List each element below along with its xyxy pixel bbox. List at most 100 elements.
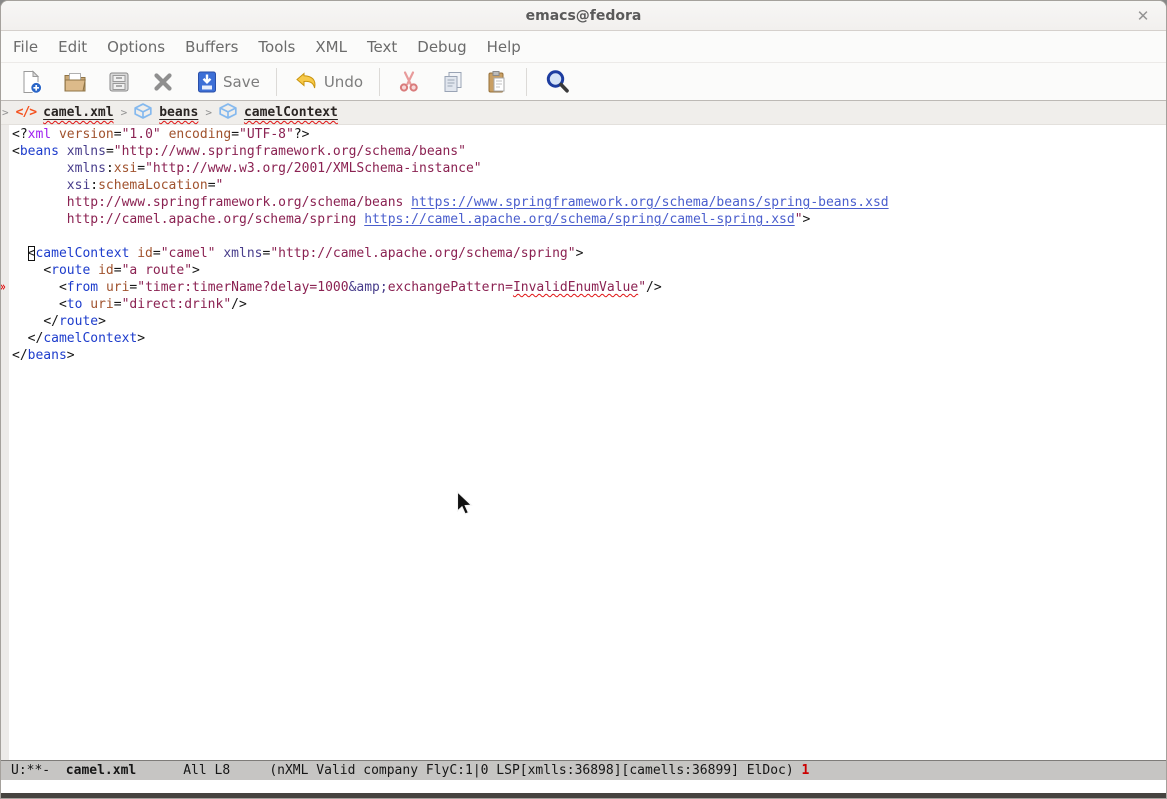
open-file-button[interactable] xyxy=(53,67,97,97)
toolbar-separator xyxy=(526,68,527,96)
drawer-icon xyxy=(106,69,132,95)
breadcrumb-label: beans xyxy=(159,105,198,120)
code-line: xmlns:xsi="http://www.w3.org/2001/XMLSch… xyxy=(12,160,1166,177)
code-token: = xyxy=(106,144,114,159)
code-token: > xyxy=(98,314,106,329)
code-token: < xyxy=(12,144,20,159)
dired-button[interactable] xyxy=(97,67,141,97)
paste-icon xyxy=(484,69,510,95)
breadcrumb-item-beans[interactable]: beans xyxy=(134,103,198,123)
save-label: Save xyxy=(223,73,260,91)
code-token xyxy=(12,178,67,193)
menu-item-options[interactable]: Options xyxy=(97,38,175,56)
code-line: </beans> xyxy=(12,347,1166,364)
code-token: "UTF-8" xyxy=(239,127,294,142)
code-token: /> xyxy=(646,280,662,295)
breadcrumb-label: camelContext xyxy=(244,105,338,120)
editor-area[interactable]: » <?xml version="1.0" encoding="UTF-8"?>… xyxy=(1,125,1166,760)
menu-item-file[interactable]: File xyxy=(3,38,48,56)
save-icon xyxy=(194,69,220,95)
code-line: <camelContext id="camel" xmlns="http://c… xyxy=(12,245,1166,262)
code-token xyxy=(161,127,169,142)
menu-item-help[interactable]: Help xyxy=(477,38,531,56)
code-token: > xyxy=(67,348,75,363)
new-file-button[interactable] xyxy=(9,67,53,97)
menu-item-tools[interactable]: Tools xyxy=(248,38,305,56)
code-token: encoding xyxy=(169,127,232,142)
code-token xyxy=(51,127,59,142)
code-token: "http://www.springframework.org/schema/b… xyxy=(114,144,466,159)
menu-item-buffers[interactable]: Buffers xyxy=(175,38,248,56)
title-bar[interactable]: emacs@fedora ✕ xyxy=(1,1,1166,31)
search-button[interactable] xyxy=(534,66,581,98)
breadcrumb: ></>camel.xml>beans>camelContext xyxy=(1,101,1166,125)
code-token: <? xyxy=(12,127,28,142)
code-token: xmlns xyxy=(223,246,262,261)
code-token: > xyxy=(137,331,145,346)
menu-item-debug[interactable]: Debug xyxy=(407,38,476,56)
left-fringe xyxy=(1,125,9,760)
code-token: id xyxy=(98,263,114,278)
code-token xyxy=(12,314,43,329)
code-token: xsi xyxy=(114,161,137,176)
mode-line-segment: 1 xyxy=(802,763,810,778)
open-folder-icon xyxy=(62,69,88,95)
code-token: </ xyxy=(43,314,59,329)
close-x-icon xyxy=(150,69,176,95)
code-line xyxy=(12,228,1166,245)
code-token: "direct:drink" xyxy=(122,297,232,312)
menu-item-text[interactable]: Text xyxy=(357,38,407,56)
code-buffer[interactable]: <?xml version="1.0" encoding="UTF-8"?><b… xyxy=(9,126,1166,364)
code-token: = xyxy=(231,127,239,142)
code-token: < xyxy=(59,297,67,312)
code-token: camelContext xyxy=(43,331,137,346)
code-token: > xyxy=(803,212,811,227)
code-token: http://camel.apache.org/schema/spring xyxy=(67,212,364,227)
code-token: = xyxy=(114,263,122,278)
code-token: camelContext xyxy=(35,246,129,261)
paste-button[interactable] xyxy=(475,67,519,97)
code-token xyxy=(12,212,67,227)
mode-line-segment: camel.xml xyxy=(66,763,136,778)
code-line: http://camel.apache.org/schema/spring ht… xyxy=(12,211,1166,228)
code-token: to xyxy=(67,297,83,312)
code-token: uri xyxy=(90,297,113,312)
code-token: https://camel.apache.org/schema/spring/c… xyxy=(364,212,794,227)
code-token: ?> xyxy=(294,127,310,142)
cut-icon xyxy=(396,69,422,95)
menu-item-edit[interactable]: Edit xyxy=(48,38,97,56)
search-icon xyxy=(543,68,572,96)
breadcrumb-item-camel-xml[interactable]: </>camel.xml xyxy=(16,105,114,120)
code-token: xmlns xyxy=(67,161,106,176)
code-token: "camel" xyxy=(161,246,216,261)
cube-icon xyxy=(219,103,237,123)
undo-button[interactable]: Undo xyxy=(284,67,372,97)
toolbar: Save Undo xyxy=(1,63,1166,101)
mode-line-segment xyxy=(230,763,269,778)
breadcrumb-item-camelcontext[interactable]: camelContext xyxy=(219,103,338,123)
undo-icon xyxy=(293,69,321,95)
code-token: xml xyxy=(28,127,51,142)
breadcrumb-separator: > xyxy=(121,106,128,119)
echo-area[interactable] xyxy=(1,780,1166,793)
code-line: xsi:schemaLocation=" xyxy=(12,177,1166,194)
code-token: http://www.springframework.org/schema/be… xyxy=(67,195,411,210)
code-token: " xyxy=(795,212,803,227)
save-button[interactable]: Save xyxy=(185,67,269,97)
code-token: </ xyxy=(12,348,28,363)
breadcrumb-leading-chevron: > xyxy=(2,106,9,119)
mode-line[interactable]: U:**- camel.xml All L8 (nXML Valid compa… xyxy=(1,760,1166,780)
close-buffer-button[interactable] xyxy=(141,67,185,97)
code-token: uri xyxy=(106,280,129,295)
menu-item-xml[interactable]: XML xyxy=(305,38,357,56)
code-token: "1.0" xyxy=(122,127,161,142)
code-token: id xyxy=(137,246,153,261)
window-title: emacs@fedora xyxy=(526,8,642,24)
undo-label: Undo xyxy=(324,73,363,91)
close-icon[interactable]: ✕ xyxy=(1132,5,1154,27)
cut-button[interactable] xyxy=(387,67,431,97)
code-token xyxy=(12,161,67,176)
code-token xyxy=(12,263,43,278)
code-token: < xyxy=(59,280,67,295)
copy-button[interactable] xyxy=(431,67,475,97)
